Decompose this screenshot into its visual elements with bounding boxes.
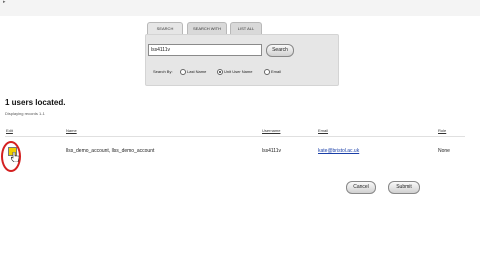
header-divider — [5, 136, 465, 137]
role-cell: None — [438, 148, 450, 154]
browser-corner-glyph: ▸ — [3, 0, 6, 5]
column-header-role[interactable]: Role — [438, 128, 446, 133]
search-input[interactable] — [148, 44, 262, 56]
search-by-label: Search By: — [153, 69, 173, 74]
submit-button[interactable]: Submit — [388, 181, 420, 194]
search-button[interactable]: Search — [266, 44, 294, 57]
column-header-name[interactable]: Name — [66, 128, 77, 133]
radio-last-name-label: Last Name — [187, 69, 207, 74]
displaying-records: Displaying records 1-1 — [5, 111, 45, 116]
column-header-username[interactable]: Username — [262, 128, 280, 133]
search-panel — [145, 34, 339, 86]
radio-email-label: Email — [271, 69, 282, 74]
hand-cursor-icon — [11, 152, 19, 162]
radio-unit-user-name-label: Unit User Name — [224, 69, 253, 74]
cancel-button[interactable]: Cancel — [346, 181, 376, 194]
radio-last-name[interactable] — [180, 69, 186, 75]
user-name-cell: llss_demo_account, llss_demo_account — [66, 148, 155, 154]
browser-top-bar: ▸ — [0, 0, 480, 16]
radio-email[interactable] — [264, 69, 270, 75]
column-header-email[interactable]: Email — [318, 128, 328, 133]
column-header-edit[interactable]: Edit — [6, 128, 13, 133]
email-link[interactable]: kate@bristol.ac.uk — [318, 148, 359, 154]
results-count: 1 users located. — [5, 98, 66, 107]
username-cell: lss4111v — [262, 148, 281, 154]
radio-unit-user-name[interactable] — [217, 69, 223, 75]
